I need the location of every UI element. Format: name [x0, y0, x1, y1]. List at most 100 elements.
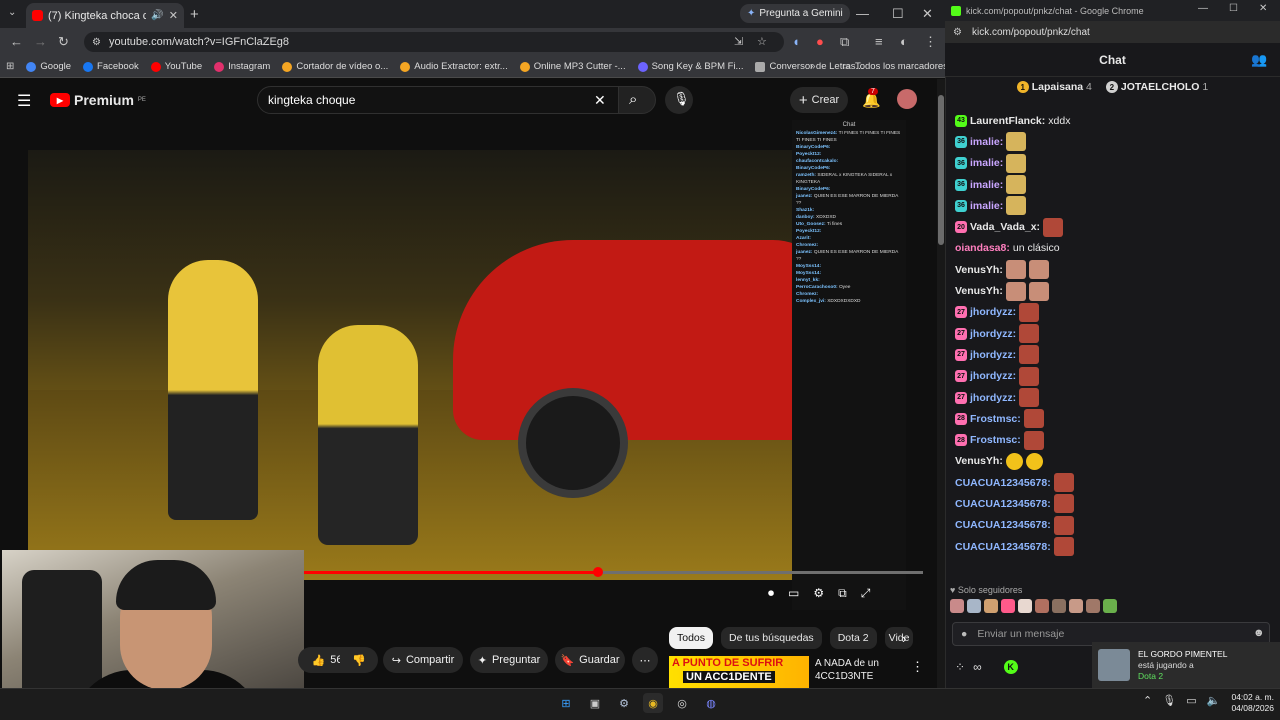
forward-icon[interactable]: → — [34, 34, 47, 49]
chat-message[interactable]: 20 Vada_Vada_x: — [955, 216, 1265, 237]
search-input[interactable]: kingteka choque ✕ — [257, 86, 619, 114]
chat-username[interactable]: CUACUA12345678: — [955, 477, 1051, 489]
more-actions-button[interactable]: ⋯ — [632, 647, 658, 673]
emote-slot[interactable] — [1018, 599, 1032, 613]
search-button[interactable]: ⌕ — [618, 86, 656, 114]
chat-scrollbar[interactable] — [1274, 97, 1280, 682]
voice-search-button[interactable]: 🎙 — [665, 86, 693, 114]
emote-slot[interactable] — [1069, 599, 1083, 613]
speaker-icon[interactable]: 🔊 — [151, 10, 163, 21]
chat-message[interactable]: 27 jhordyzz: — [955, 344, 1265, 365]
infinity-icon[interactable]: ∞ — [973, 660, 982, 674]
reload-icon[interactable]: ↻ — [58, 34, 69, 50]
fullscreen-icon[interactable]: ⤢ — [861, 586, 871, 601]
chat-username[interactable]: Vada_Vada_x: — [970, 221, 1040, 233]
tray-chevron-icon[interactable]: ⌃ — [1143, 694, 1152, 707]
chat-maximize-icon[interactable]: ☐ — [1229, 3, 1238, 14]
bookmark-video-cutter[interactable]: Cortador de vídeo o... — [282, 61, 388, 72]
chat-username[interactable]: imalie: — [970, 157, 1003, 169]
steam-icon[interactable]: ⚙ — [614, 693, 634, 713]
emote-slot[interactable] — [950, 599, 964, 613]
video-player[interactable] — [28, 150, 794, 580]
kick-k-icon[interactable]: K — [1003, 660, 1018, 674]
emote-slot[interactable] — [967, 599, 981, 613]
emote-slot[interactable] — [984, 599, 998, 613]
settings-gear-icon[interactable]: ⚙ — [813, 586, 824, 601]
recommended-video-title[interactable]: A NADA de un 4CC1D3NTE — [815, 657, 910, 683]
task-view-icon[interactable]: ▣ — [585, 693, 605, 713]
tab-search-icon[interactable]: ⌄ — [8, 7, 16, 18]
chat-username[interactable]: jhordyzz: — [970, 328, 1016, 340]
video-scrubber-handle[interactable] — [592, 567, 603, 577]
network-icon[interactable]: ▭ — [1186, 694, 1196, 707]
bookmark-mp3-cutter[interactable]: Online MP3 Cutter -... — [519, 61, 626, 72]
address-bar[interactable]: ⚙ youtube.com/watch?v=IGFnClaZEg8 ⇲ ☆ — [84, 32, 784, 52]
top-gifter-2[interactable]: 2 JOTAELCHOLO 1 — [1105, 81, 1208, 94]
discord-icon[interactable]: ◍ — [701, 693, 721, 713]
chat-message[interactable]: CUACUA12345678: — [955, 472, 1265, 493]
chat-address-bar[interactable]: ⚙ kick.com/popout/pnkz/chat — [945, 21, 1280, 43]
chat-username[interactable]: CUACUA12345678: — [955, 498, 1051, 510]
chat-username[interactable]: VenusYh: — [955, 455, 1003, 467]
chat-message[interactable]: 27 jhordyzz: — [955, 302, 1265, 323]
subtitles-icon[interactable]: ▭ — [788, 586, 799, 601]
close-window-icon[interactable]: ✕ — [922, 6, 933, 22]
emote-slot[interactable] — [1103, 599, 1117, 613]
taskbar-clock[interactable]: 04:02 a. m. 04/08/2026 — [1224, 692, 1274, 714]
chat-message[interactable]: VenusYh: — [955, 259, 1265, 280]
emote-slot[interactable] — [1086, 599, 1100, 613]
chat-username[interactable]: jhordyzz: — [970, 349, 1016, 361]
chat-message[interactable]: VenusYh: — [955, 451, 1265, 472]
media-control-icon[interactable]: ≡ — [875, 34, 883, 49]
close-tab-icon[interactable]: ✕ — [169, 9, 178, 22]
chat-username[interactable]: LaurentFlanck: — [970, 115, 1045, 127]
extensions-puzzle-icon[interactable]: ⧉ — [840, 34, 849, 50]
tab-youtube[interactable]: (7) Kingteka choca carro - Y 🔊 ✕ — [26, 3, 184, 28]
save-button[interactable]: 🔖 Guardar — [555, 647, 625, 673]
chat-message[interactable]: 27 jhordyzz: — [955, 323, 1265, 344]
emote-slot[interactable] — [1001, 599, 1015, 613]
chat-minimize-icon[interactable]: — — [1198, 3, 1208, 14]
youtube-logo[interactable]: ▶ Premium PE — [50, 92, 146, 108]
extension-red-icon[interactable]: ● — [816, 34, 824, 49]
chat-message[interactable]: 28 Frostmsc: — [955, 429, 1265, 450]
clear-search-icon[interactable]: ✕ — [594, 92, 606, 109]
users-icon[interactable]: 👥 — [1251, 52, 1267, 68]
chip-videos[interactable]: Vide — [884, 627, 913, 649]
bookmark-youtube[interactable]: YouTube — [150, 61, 202, 72]
volume-icon[interactable]: 🔈 — [1207, 694, 1221, 707]
chat-message[interactable]: 36 imalie: — [955, 195, 1265, 216]
microphone-tray-icon[interactable]: 🎙 — [1162, 694, 1176, 707]
chat-username[interactable]: jhordyzz: — [970, 370, 1016, 382]
top-gifter-1[interactable]: 1 Lapaisana 4 — [1016, 81, 1092, 94]
bookmark-facebook[interactable]: Facebook — [83, 61, 139, 72]
chat-message[interactable]: 36 imalie: — [955, 174, 1265, 195]
emote-slot[interactable] — [1052, 599, 1066, 613]
chat-username[interactable]: Frostmsc: — [970, 434, 1021, 446]
chip-dota2[interactable]: Dota 2 — [829, 627, 877, 649]
chat-username[interactable]: Frostmsc: — [970, 413, 1021, 425]
share-button[interactable]: ↪ Compartir — [383, 647, 463, 673]
dislike-button[interactable]: 👎 — [340, 647, 378, 673]
chat-message[interactable]: oiandasa8: un clásico — [955, 238, 1265, 259]
chat-username[interactable]: VenusYh: — [955, 264, 1003, 276]
menu-dots-icon[interactable]: ⋮ — [924, 34, 937, 50]
bookmark-song-key[interactable]: Song Key & BPM Fi... — [637, 61, 743, 72]
chat-message[interactable]: 36 imalie: — [955, 153, 1265, 174]
miniplayer-icon[interactable]: ⧉ — [838, 586, 847, 601]
chat-username[interactable]: CUACUA12345678: — [955, 541, 1051, 553]
chat-message[interactable]: 36 imalie: — [955, 131, 1265, 152]
chat-username[interactable]: CUACUA12345678: — [955, 519, 1051, 531]
emoji-icon[interactable]: ☻ — [1253, 627, 1265, 639]
chat-message[interactable]: 43 LaurentFlanck: xddx — [955, 110, 1265, 131]
install-icon[interactable]: ⇲ — [734, 35, 743, 48]
chat-username[interactable]: jhordyzz: — [970, 392, 1016, 404]
chat-close-icon[interactable]: ✕ — [1259, 3, 1267, 14]
bookmark-star-icon[interactable]: ☆ — [757, 35, 767, 48]
account-avatar[interactable] — [897, 89, 917, 109]
chips-next-icon[interactable]: › — [902, 631, 906, 646]
page-scroll-thumb[interactable] — [938, 95, 944, 245]
chat-message[interactable]: VenusYh: — [955, 280, 1265, 301]
recommended-video-thumbnail[interactable]: A PUNTO DE SUFRIR UN ACC1DENTE — [669, 656, 809, 688]
steam-notification[interactable]: EL GORDO PIMENTEL está jugando a Dota 2 — [1092, 642, 1280, 688]
